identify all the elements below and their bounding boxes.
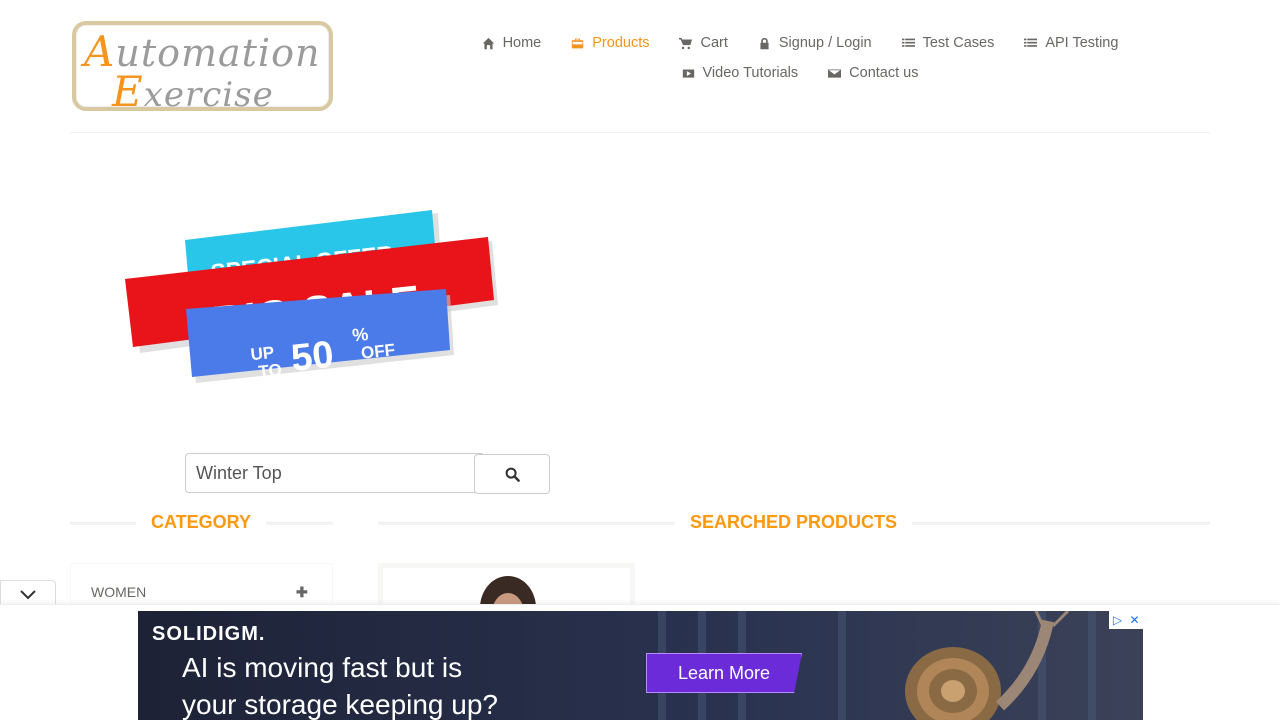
search-button[interactable]: [474, 454, 550, 494]
nav-home[interactable]: Home: [467, 28, 557, 58]
list-icon: [901, 38, 915, 47]
nav-signup-login[interactable]: Signup / Login: [743, 28, 887, 58]
banner-50: 50: [289, 334, 335, 380]
category-item-women[interactable]: WOMEN: [91, 584, 146, 600]
ad-brand: SOLIDIGM.: [152, 623, 266, 645]
ad-learn-more-button[interactable]: Learn More: [646, 653, 802, 693]
chevron-down-icon: [20, 589, 36, 599]
close-icon[interactable]: ✕: [1126, 611, 1143, 629]
site-logo[interactable]: Automation Exercise: [72, 21, 333, 116]
main-nav: Home Products Cart Signup / Login Test C…: [480, 28, 1120, 88]
plus-icon[interactable]: ✚: [296, 584, 308, 601]
lock-icon: [760, 37, 769, 49]
nav-products[interactable]: Products: [556, 28, 664, 58]
site-header: Automation Exercise Home Products Cart S…: [70, 0, 1210, 133]
nav-contact-us[interactable]: Contact us: [813, 58, 933, 88]
envelope-icon: [828, 68, 842, 78]
banner-off: OFF: [360, 340, 396, 362]
ad-headline: AI is moving fast but is your storage ke…: [182, 652, 498, 720]
sale-banner: SPECIAL OFFER BIG SALE UP TO 50 % OFF: [125, 210, 498, 383]
nav-video-tutorials[interactable]: Video Tutorials: [667, 58, 814, 88]
adchoices-icon[interactable]: ▷: [1109, 611, 1126, 629]
home-icon: [482, 37, 494, 49]
ad-controls: ▷ ✕: [1109, 611, 1143, 629]
nav-api-testing[interactable]: API Testing: [1009, 28, 1133, 58]
list-icon: [1024, 38, 1038, 47]
search-icon: [505, 467, 520, 482]
cart-icon: [679, 37, 693, 49]
briefcase-icon: [572, 38, 584, 48]
youtube-play-icon: [682, 68, 694, 78]
advertisement[interactable]: SOLIDIGM. AI is moving fast but is your …: [138, 611, 1143, 720]
search-input[interactable]: [185, 453, 483, 493]
nav-test-cases[interactable]: Test Cases: [887, 28, 1010, 58]
banner-to: TO: [258, 360, 283, 381]
nav-cart[interactable]: Cart: [664, 28, 742, 58]
category-title: CATEGORY: [136, 512, 267, 533]
logo-line2: Exercise: [112, 67, 274, 116]
searched-products-title: SEARCHED PRODUCTS: [675, 512, 913, 533]
